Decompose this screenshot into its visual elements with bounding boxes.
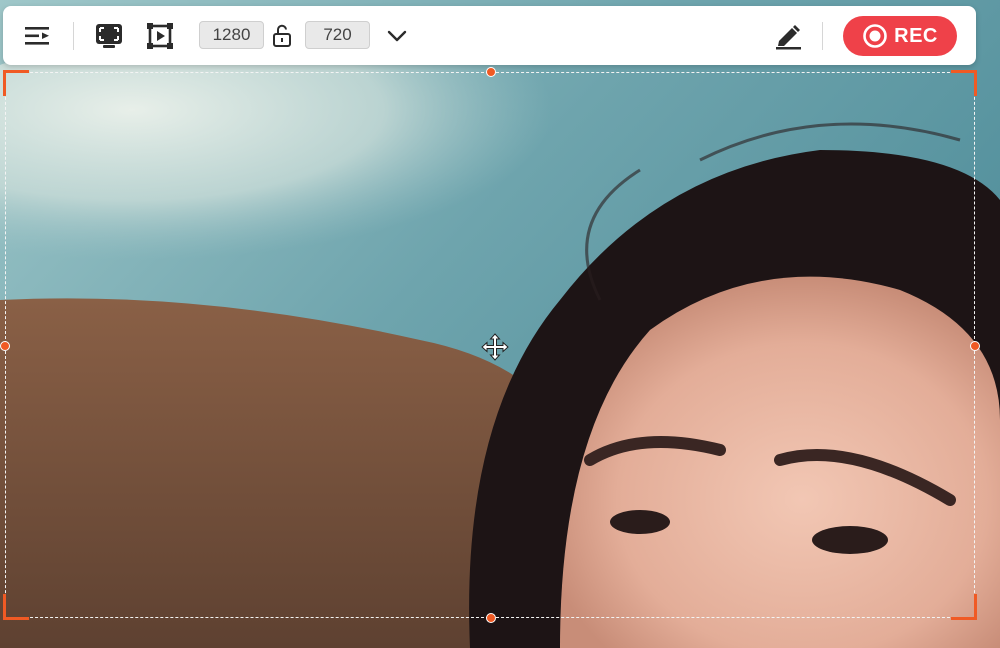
resize-handle-bottom[interactable] xyxy=(486,613,496,623)
move-handle[interactable] xyxy=(481,333,509,361)
height-input[interactable]: 720 xyxy=(305,21,370,49)
record-button[interactable]: REC xyxy=(843,16,957,56)
toolbar-divider xyxy=(73,22,74,50)
toolbar-divider xyxy=(822,22,823,50)
aspect-lock-button[interactable] xyxy=(265,18,299,54)
screen-recorder-window: 1280 720 REC xyxy=(0,0,1000,648)
menu-button[interactable] xyxy=(20,18,56,54)
corner-handle-bottom-left[interactable] xyxy=(3,594,29,620)
capture-region-frame[interactable] xyxy=(0,67,980,623)
corner-handle-top-left[interactable] xyxy=(3,70,29,96)
custom-region-button[interactable] xyxy=(142,18,178,54)
chevron-down-icon xyxy=(387,30,407,42)
move-arrows-icon xyxy=(481,333,509,361)
pen-annotate-icon xyxy=(776,25,801,50)
custom-region-icon xyxy=(147,23,173,49)
corner-handle-top-right[interactable] xyxy=(951,70,977,96)
record-icon xyxy=(863,24,887,48)
resize-handle-top[interactable] xyxy=(486,67,496,77)
record-label: REC xyxy=(894,24,938,47)
corner-handle-bottom-right[interactable] xyxy=(951,594,977,620)
resolution-dropdown-button[interactable] xyxy=(379,18,415,54)
menu-play-icon xyxy=(25,27,49,45)
resize-handle-left[interactable] xyxy=(0,341,10,351)
fullscreen-mode-button[interactable] xyxy=(91,18,127,54)
annotate-button[interactable] xyxy=(770,18,806,54)
width-input[interactable]: 1280 xyxy=(199,21,264,49)
recorder-toolbar: 1280 720 REC xyxy=(3,6,976,65)
fullscreen-region-icon xyxy=(96,24,122,48)
aspect-lock-icon xyxy=(273,24,291,47)
resize-handle-right[interactable] xyxy=(970,341,980,351)
